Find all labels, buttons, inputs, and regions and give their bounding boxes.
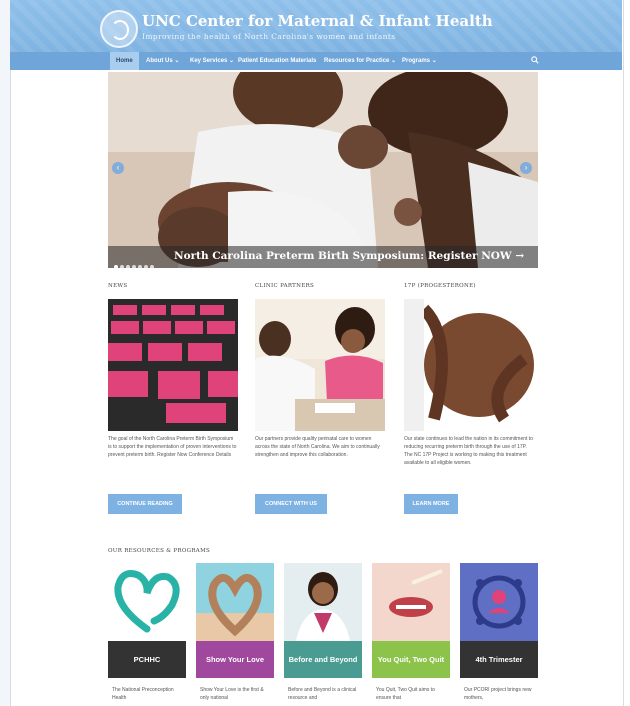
4th-trimester-logo-icon	[460, 563, 538, 641]
slider-dot[interactable]	[138, 265, 142, 268]
chevron-down-icon: ⌄	[391, 58, 397, 64]
nav-item-programs-label: Programs	[402, 58, 431, 64]
slider-dot[interactable]	[114, 265, 118, 268]
resource-tile-show-your-love[interactable]: Show Your Love	[196, 563, 274, 678]
tile-description: The National Preconception Health	[112, 687, 174, 701]
learn-more-button[interactable]: LEARN MORE	[404, 494, 458, 514]
tile-description: You Quit, Two Quit aims to ensure that	[376, 687, 435, 701]
resource-tile-4th-trimester[interactable]: 4th Trimester	[460, 563, 538, 678]
news-image[interactable]	[108, 299, 238, 431]
chevron-down-icon: ⌄	[174, 58, 180, 64]
chevron-down-icon: ⌄	[229, 58, 235, 64]
slider-dot[interactable]	[120, 265, 124, 268]
nav-item-key-services[interactable]: Key Services ⌄	[190, 52, 234, 70]
tile-label: Before and Beyond	[284, 641, 362, 678]
tile-label: PCHHC	[108, 641, 186, 678]
17p-image[interactable]	[404, 299, 534, 431]
17p-text: Our state continues to lead the nation i…	[404, 436, 533, 466]
nav-item-resources-label: Resources for Practice	[324, 58, 390, 64]
tile-label: Show Your Love	[196, 641, 274, 678]
logo-icon[interactable]	[100, 10, 138, 48]
site-tagline: Improving the health of North Carolina's…	[142, 32, 396, 41]
slider-dots	[114, 256, 156, 268]
nav-item-programs[interactable]: Programs ⌄	[402, 52, 437, 70]
chevron-down-icon: ⌄	[431, 58, 437, 64]
connect-with-us-button[interactable]: CONNECT WITH US	[255, 494, 327, 514]
search-icon[interactable]	[531, 56, 539, 64]
tile-description: Before and Beyond is a clinical resource…	[288, 687, 357, 701]
before-and-beyond-image	[284, 563, 362, 641]
resource-tile-before-and-beyond[interactable]: Before and Beyond	[284, 563, 362, 678]
site-title[interactable]: UNC Center for Maternal & Infant Health	[142, 12, 493, 30]
hero-image	[108, 72, 538, 268]
news-text: The goal of the North Carolina Preterm B…	[108, 436, 237, 458]
continue-reading-button[interactable]: CONTINUE READING	[108, 494, 182, 514]
nav-item-patient-education[interactable]: Patient Education Materials	[238, 52, 316, 70]
you-quit-two-quit-image	[372, 563, 450, 641]
slider-dot[interactable]	[144, 265, 148, 268]
clinic-partners-image[interactable]	[255, 299, 385, 431]
nav-item-resources-for-practice[interactable]: Resources for Practice ⌄	[324, 52, 396, 70]
tile-label: You Quit, Two Quit	[372, 641, 450, 678]
site-header: UNC Center for Maternal & Infant Health …	[10, 0, 622, 52]
slider-caption-link[interactable]: North Carolina Preterm Birth Symposium: …	[174, 250, 524, 262]
clinic-partners-text: Our partners provide quality perinatal c…	[255, 436, 380, 458]
news-heading: NEWS	[108, 283, 128, 289]
tile-label: 4th Trimester	[460, 641, 538, 678]
slider-next-button[interactable]: ›	[520, 162, 532, 174]
heart-logo-icon	[108, 563, 186, 641]
nav-item-about-us-label: About Us	[146, 58, 173, 64]
resource-tile-you-quit-two-quit[interactable]: You Quit, Two Quit	[372, 563, 450, 678]
show-your-love-image	[196, 563, 274, 641]
main-nav: Home About Us ⌄ Key Services ⌄ Patient E…	[10, 52, 622, 70]
slider-dot[interactable]	[132, 265, 136, 268]
tile-description: Show Your Love is the first & only natio…	[200, 687, 264, 701]
page-margin	[0, 0, 10, 706]
nav-item-home[interactable]: Home	[110, 52, 139, 70]
17p-heading: 17P (PROGESTERONE)	[404, 283, 476, 289]
resources-heading: OUR RESOURCES & PROGRAMS	[108, 548, 211, 554]
slider-caption-bar: North Carolina Preterm Birth Symposium: …	[108, 246, 538, 268]
slider-dot[interactable]	[126, 265, 130, 268]
slider-prev-button[interactable]: ‹	[112, 162, 124, 174]
resource-tile-pchhc[interactable]: PCHHC	[108, 563, 186, 678]
nav-item-key-services-label: Key Services	[190, 58, 228, 64]
nav-item-about-us[interactable]: About Us ⌄	[146, 52, 179, 70]
slider-dot[interactable]	[150, 265, 154, 268]
hero-slider[interactable]: ‹ › North Carolina Preterm Birth Symposi…	[108, 72, 538, 268]
clinic-partners-heading: CLINIC PARTNERS	[255, 283, 315, 289]
tile-description: Our PCORI project brings new mothers,	[464, 687, 532, 701]
